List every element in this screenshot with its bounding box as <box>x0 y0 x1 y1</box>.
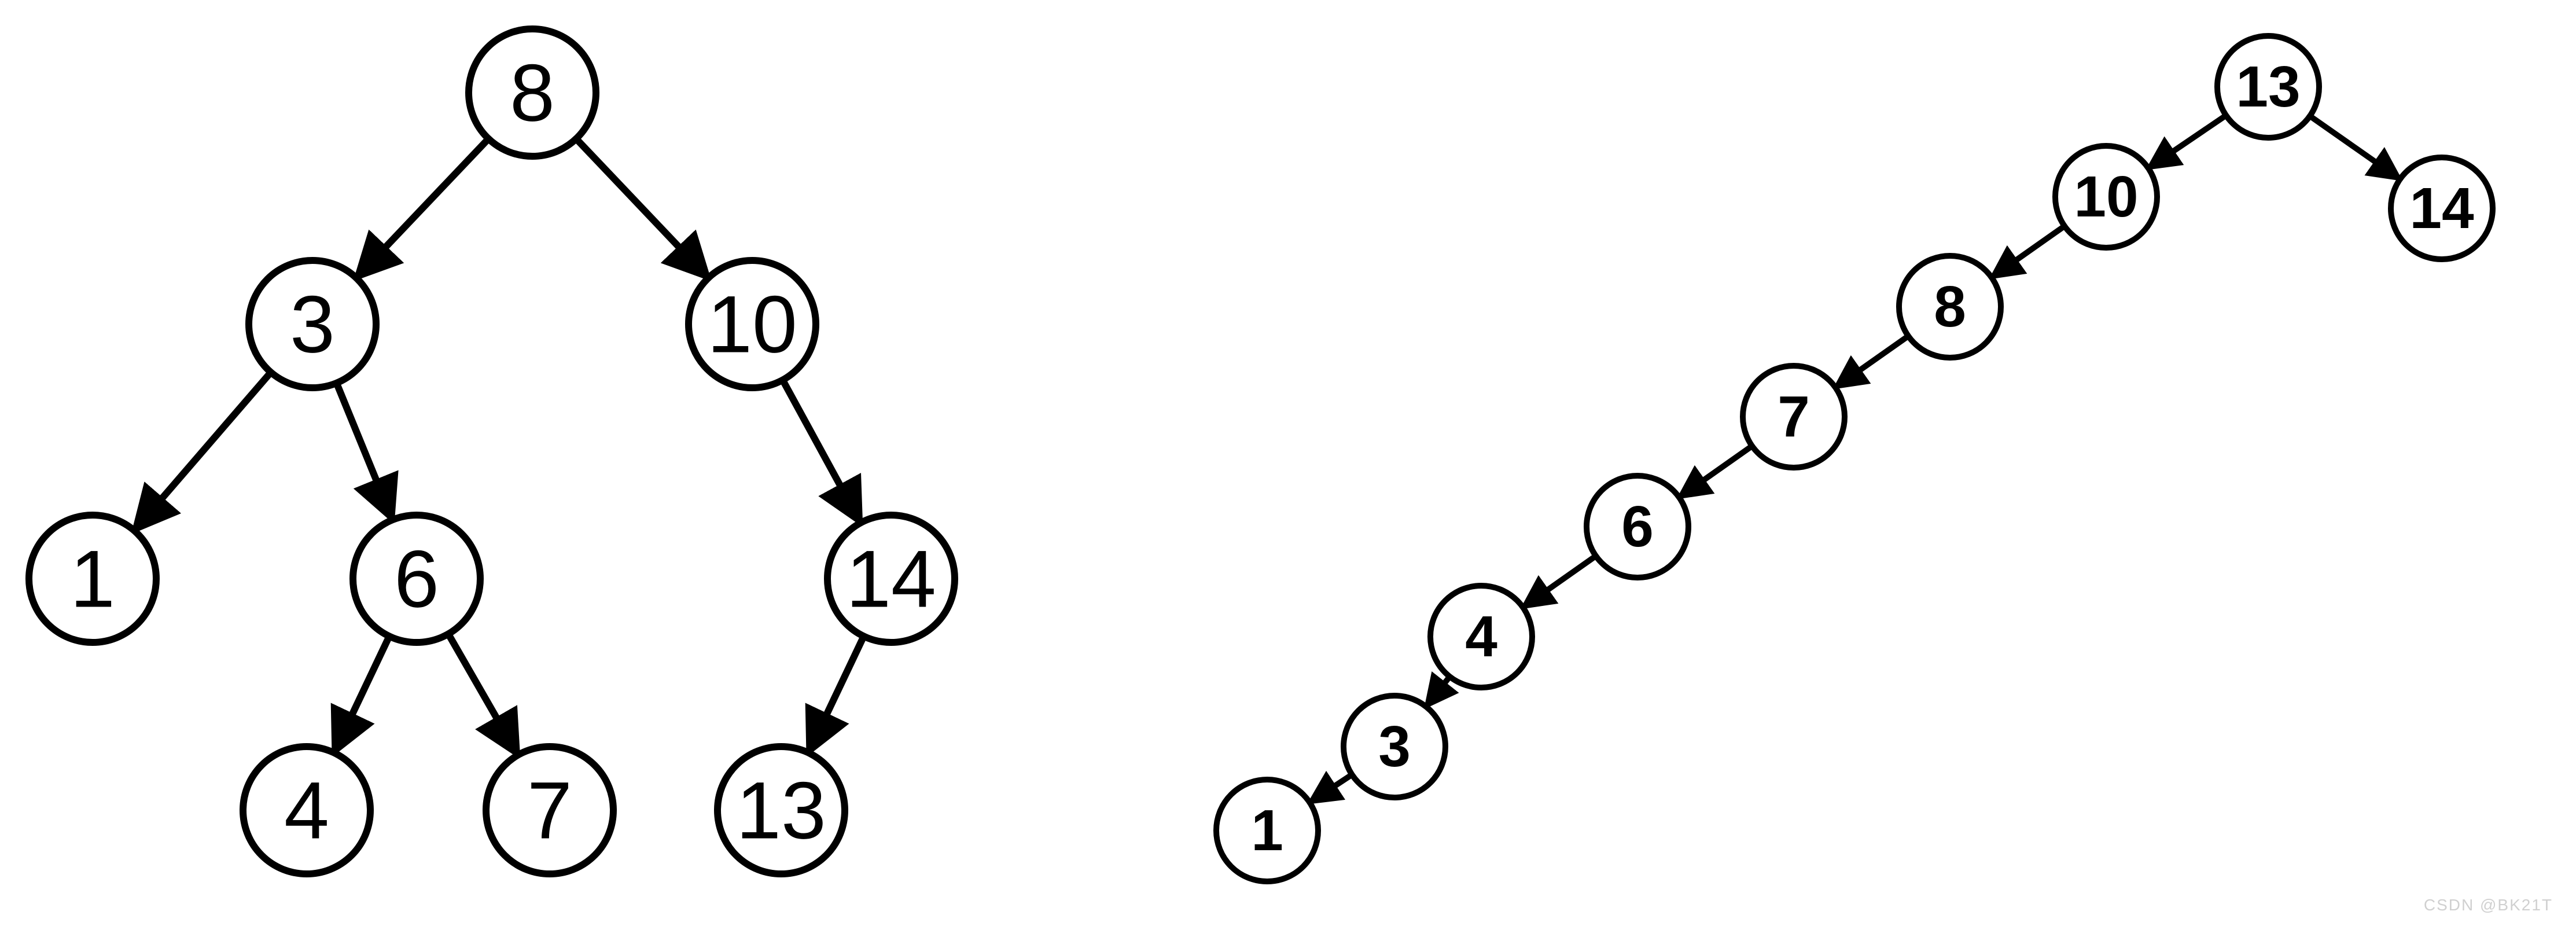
node-value: 1 <box>70 534 115 624</box>
node-value: 10 <box>707 279 797 370</box>
balanced-bst-tree: 8 3 10 1 6 14 4 7 13 <box>29 29 955 874</box>
node-value: 14 <box>2409 176 2474 241</box>
tree-node: 14 <box>2391 157 2493 259</box>
tree-edge <box>1309 774 1352 802</box>
tree-node: 8 <box>469 29 596 156</box>
tree-edge <box>808 636 864 752</box>
tree-node: 6 <box>353 515 480 642</box>
tree-node: 13 <box>717 747 845 874</box>
node-value: 8 <box>510 47 555 138</box>
watermark-text: CSDN @BK21T <box>2424 896 2553 914</box>
tree-node: 3 <box>249 260 376 388</box>
tree-edge <box>448 634 518 755</box>
tree-node: 8 <box>1899 256 2001 358</box>
node-value: 1 <box>1251 798 1283 863</box>
node-value: 6 <box>1621 494 1654 559</box>
tree-node: 14 <box>827 515 955 642</box>
tree-node: 7 <box>1743 366 1845 468</box>
tree-node: 6 <box>1587 476 1688 578</box>
tree-edge <box>1992 226 2065 278</box>
tree-edge <box>2310 116 2400 179</box>
node-value: 7 <box>527 765 572 856</box>
tree-edge <box>783 380 861 523</box>
tree-node: 1 <box>29 515 156 642</box>
node-value: 4 <box>1465 604 1497 669</box>
tree-edge <box>1679 446 1752 498</box>
tree-edge <box>337 383 393 520</box>
diagram-canvas: 831016144713 131410876431 <box>0 0 2576 926</box>
tree-edge <box>1523 556 1596 608</box>
tree-edge <box>576 139 708 278</box>
tree-node: 7 <box>486 747 613 874</box>
tree-edge <box>134 372 271 530</box>
tree-node: 10 <box>2055 146 2157 248</box>
tree-edge <box>356 139 488 278</box>
node-value: 7 <box>1778 384 1810 449</box>
tree-edge <box>334 636 389 752</box>
node-value: 3 <box>1378 714 1411 779</box>
degenerate-bst-tree: 13 14 10 8 7 6 43 1 <box>1216 36 2493 881</box>
node-value: 3 <box>290 279 335 370</box>
node-value: 10 <box>2074 164 2138 229</box>
node-value: 8 <box>1934 274 1966 339</box>
node-value: 13 <box>736 765 826 856</box>
node-value: 13 <box>2236 54 2300 119</box>
tree-node: 13 <box>2217 36 2319 138</box>
tree-edge <box>2148 115 2226 168</box>
tree-edge <box>1426 677 1450 707</box>
tree-edge <box>1835 336 1908 388</box>
tree-node: 4 <box>1430 586 1532 688</box>
tree-node: 10 <box>689 260 816 388</box>
tree-node: 1 <box>1216 780 1318 881</box>
node-value: 6 <box>394 534 439 624</box>
tree-node: 3 <box>1344 696 1445 798</box>
node-value: 4 <box>284 765 329 856</box>
node-value: 14 <box>846 534 936 624</box>
tree-node: 4 <box>243 747 370 874</box>
